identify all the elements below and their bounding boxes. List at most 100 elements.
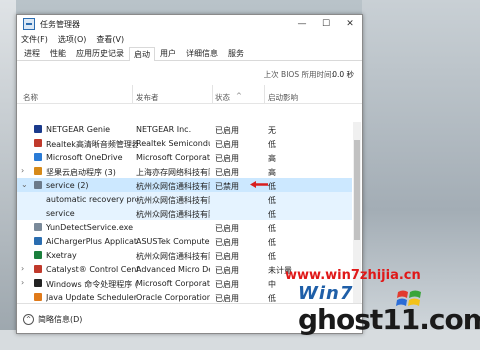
menu-bar: 文件(F) 选项(O) 查看(V) — [17, 33, 362, 46]
scrollbar-thumb[interactable] — [354, 140, 360, 240]
close-button[interactable]: ✕ — [338, 15, 362, 33]
app-icon — [34, 125, 42, 133]
app-icon — [34, 153, 42, 161]
item-status: 已启用 — [215, 126, 239, 135]
item-name: AiChargerPlus Application — [46, 237, 138, 246]
tab-details[interactable]: 详细信息 — [181, 46, 223, 60]
item-status: 已启用 — [215, 266, 239, 275]
startup-item[interactable]: Microsoft OneDrive Microsoft Corporation 已… — [17, 150, 352, 164]
startup-item[interactable]: › 坚果云启动程序 (3) 上海亦存网络科技有限... 已启用 高 — [17, 164, 352, 178]
startup-sub-item[interactable]: service 杭州众网信通科技有限... 低 — [17, 206, 352, 220]
item-name: Microsoft OneDrive — [46, 153, 123, 162]
tab-users[interactable]: 用户 — [155, 46, 181, 60]
app-icon — [34, 167, 42, 175]
app-icon — [34, 223, 42, 231]
item-publisher: 上海亦存网络科技有限... — [136, 168, 210, 177]
bios-time-label: 上次 BIOS 所用时间: — [263, 70, 334, 79]
item-impact: 低 — [268, 252, 276, 261]
app-icon — [34, 181, 42, 189]
item-impact: 低 — [268, 196, 276, 205]
tab-startup[interactable]: 启动 — [129, 47, 155, 61]
menu-options[interactable]: 选项(O) — [58, 34, 87, 45]
watermark-url: www.win7zhijia.cn — [285, 268, 421, 283]
startup-item[interactable]: NETGEAR Genie NETGEAR Inc. 已启用 无 — [17, 122, 352, 136]
menu-view[interactable]: 查看(V) — [96, 34, 124, 45]
item-name: Kxetray — [46, 251, 77, 260]
chevron-up-icon: ^ — [23, 314, 34, 325]
item-status: 已启用 — [215, 140, 239, 149]
app-icon — [34, 139, 42, 147]
startup-item[interactable]: ⌄service (2)杭州众网信通科技有限...已禁用低 — [17, 178, 352, 192]
app-icon — [34, 279, 42, 287]
fewer-details-label: 简略信息(D) — [38, 315, 83, 324]
bios-time: 上次 BIOS 所用时间: 0.0 秒 — [17, 61, 362, 83]
column-header-name[interactable]: 名称 — [23, 92, 38, 103]
item-publisher: Realtek Semiconductor — [136, 139, 210, 148]
app-icon — [34, 265, 42, 273]
item-publisher: 杭州众网信通科技有限... — [136, 252, 210, 261]
maximize-button[interactable]: ☐ — [314, 15, 338, 33]
item-impact: 低 — [268, 224, 276, 233]
item-publisher: 杭州众网信通科技有限... — [136, 196, 210, 205]
item-status: 已启用 — [215, 238, 239, 247]
item-status: 已启用 — [215, 252, 239, 261]
expand-chevron-icon[interactable]: › — [21, 278, 24, 287]
expand-chevron-icon[interactable]: › — [21, 166, 24, 175]
item-name: Java Update Scheduler — [46, 293, 138, 302]
item-name: Windows 命令处理程序 (4) — [46, 280, 138, 289]
item-impact: 低 — [268, 140, 276, 149]
startup-item[interactable]: AiChargerPlus ApplicationASUSTek Compute… — [17, 234, 352, 248]
item-name: 坚果云启动程序 (3) — [46, 168, 116, 177]
menu-file[interactable]: 文件(F) — [21, 34, 48, 45]
background-left — [0, 0, 16, 350]
startup-item[interactable]: Realtek高清晰音频管理器Realtek Semiconductor 已启用 低 — [17, 136, 352, 150]
tab-performance[interactable]: 性能 — [45, 46, 71, 60]
startup-sub-item[interactable]: automatic recovery pro...杭州众网信通科技有限... 低 — [17, 192, 352, 206]
expand-chevron-icon[interactable]: › — [21, 264, 24, 273]
item-impact: 低 — [268, 238, 276, 247]
column-header-status[interactable]: 状态 — [215, 92, 230, 103]
item-status: 已启用 — [215, 280, 239, 289]
bios-time-value: 0.0 秒 — [332, 70, 354, 79]
window-title: 任务管理器 — [40, 19, 80, 29]
item-name: Catalyst® Control Center ... — [46, 265, 138, 274]
item-name: service — [46, 209, 75, 218]
startup-item[interactable]: Kxetray 杭州众网信通科技有限... 已启用 低 — [17, 248, 352, 262]
app-icon — [34, 237, 42, 245]
item-status: 已启用 — [215, 224, 239, 233]
collapse-chevron-icon[interactable]: ⌄ — [21, 180, 28, 189]
tab-strip: 进程 性能 应用历史记录 启动 用户 详细信息 服务 — [17, 46, 362, 61]
item-publisher: Microsoft Corporation — [136, 279, 210, 288]
item-name: automatic recovery pro... — [46, 195, 136, 204]
sort-ascending-icon: ^ — [236, 92, 242, 100]
item-name: service (2) — [46, 181, 89, 190]
column-header-publisher[interactable]: 发布者 — [136, 92, 159, 103]
tab-processes[interactable]: 进程 — [19, 46, 45, 60]
item-publisher: Microsoft Corporation — [136, 153, 210, 162]
app-icon — [34, 293, 42, 301]
startup-item[interactable]: YunDetectService.exe 已启用 低 — [17, 220, 352, 234]
item-impact: 无 — [268, 126, 276, 135]
item-impact: 低 — [268, 182, 276, 191]
item-name: Realtek高清晰音频管理器 — [46, 140, 138, 149]
title-bar[interactable]: 任务管理器 — ☐ ✕ — [17, 15, 362, 33]
column-headers: 名称 发布者 状态 ^ 启动影响 — [17, 83, 362, 104]
item-status: 已启用 — [215, 294, 239, 303]
item-publisher: ASUSTek Computer Inc. — [136, 237, 210, 246]
item-name: NETGEAR Genie — [46, 125, 111, 134]
watermark-site: ghost11.com — [298, 303, 480, 336]
tab-services[interactable]: 服务 — [223, 46, 249, 60]
tab-app-history[interactable]: 应用历史记录 — [71, 46, 129, 60]
app-icon — [34, 251, 42, 259]
item-publisher: Advanced Micro Devi... — [136, 265, 210, 274]
task-manager-app-icon — [23, 18, 35, 30]
fewer-details-button[interactable]: ^ 简略信息(D) — [23, 314, 82, 325]
item-impact: 高 — [268, 168, 276, 177]
minimize-button[interactable]: — — [290, 15, 314, 33]
item-impact: 低 — [268, 210, 276, 219]
item-status: 已启用 — [215, 154, 239, 163]
item-publisher: NETGEAR Inc. — [136, 125, 192, 134]
item-publisher: Oracle Corporation — [136, 293, 210, 302]
item-publisher: 杭州众网信通科技有限... — [136, 210, 210, 219]
column-header-impact[interactable]: 启动影响 — [268, 92, 298, 103]
